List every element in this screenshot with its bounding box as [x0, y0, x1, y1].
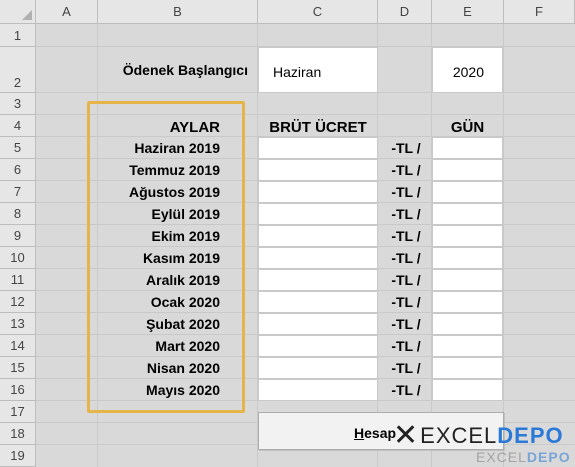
- unit-label: -TL /: [391, 184, 421, 200]
- logo-small-text-left: EXCEL: [476, 449, 527, 465]
- days-input[interactable]: [432, 247, 503, 269]
- days-input[interactable]: [432, 335, 503, 357]
- row-header-2[interactable]: 2: [0, 47, 36, 93]
- days-input[interactable]: [432, 357, 503, 379]
- column-header-a[interactable]: A: [36, 0, 98, 24]
- days-input[interactable]: [432, 313, 503, 335]
- row-header-9[interactable]: 9: [0, 225, 36, 247]
- unit-label: -TL /: [391, 316, 421, 332]
- row-header-18[interactable]: 18: [0, 423, 36, 445]
- column-header-c[interactable]: C: [258, 0, 378, 24]
- start-year-value: 2020: [452, 64, 484, 80]
- gross-wage-input[interactable]: [258, 269, 378, 291]
- start-month-input[interactable]: Haziran: [258, 47, 378, 93]
- days-input[interactable]: [432, 291, 503, 313]
- gross-wage-input[interactable]: [258, 291, 378, 313]
- unit-label: -TL /: [391, 228, 421, 244]
- gross-wage-input[interactable]: [258, 181, 378, 203]
- column-header-d[interactable]: D: [378, 0, 432, 24]
- unit-label: -TL /: [391, 338, 421, 354]
- start-label: Ödenek Başlangıcı: [122, 62, 248, 78]
- days-input[interactable]: [432, 225, 503, 247]
- gross-wage-input[interactable]: [258, 203, 378, 225]
- select-all-corner[interactable]: [0, 0, 36, 24]
- months-highlight-box: [87, 101, 245, 413]
- column-header-e[interactable]: E: [432, 0, 504, 24]
- gross-wage-input[interactable]: [258, 335, 378, 357]
- column-header-b[interactable]: B: [98, 0, 258, 24]
- row-header-4[interactable]: 4: [0, 115, 36, 137]
- days-input[interactable]: [432, 181, 503, 203]
- calculate-button-label: Hesap: [354, 425, 397, 441]
- spreadsheet: ABCDEF 1 2 3 4 5 6 7 8 9 10 11 12 13 14 15 16 17 18 19 Öde…: [0, 0, 575, 467]
- gross-wage-input[interactable]: [258, 313, 378, 335]
- start-month-value: Haziran: [273, 64, 322, 80]
- gross-wage-input[interactable]: [258, 247, 378, 269]
- logo-small-text-right: DEPO: [526, 449, 571, 465]
- gross-wage-input[interactable]: [258, 137, 378, 159]
- column-header-f[interactable]: F: [504, 0, 575, 24]
- row-header-10[interactable]: 10: [0, 247, 36, 269]
- select-all-icon: [22, 10, 32, 20]
- excel-depo-logo-small: EXCEL DEPO: [462, 449, 571, 465]
- days-input[interactable]: [432, 137, 503, 159]
- unit-label: -TL /: [391, 206, 421, 222]
- days-input[interactable]: [432, 379, 503, 401]
- days-input[interactable]: [432, 159, 503, 181]
- row-header-6[interactable]: 6: [0, 159, 36, 181]
- row-header-12[interactable]: 12: [0, 291, 36, 313]
- row-header-17[interactable]: 17: [0, 401, 36, 423]
- row-header-7[interactable]: 7: [0, 181, 36, 203]
- row-header-13[interactable]: 13: [0, 313, 36, 335]
- row-header-11[interactable]: 11: [0, 269, 36, 291]
- gross-wage-input[interactable]: [258, 159, 378, 181]
- row-header-3[interactable]: 3: [0, 93, 36, 115]
- unit-label: -TL /: [391, 140, 421, 156]
- gross-wage-input[interactable]: [258, 357, 378, 379]
- unit-label: -TL /: [391, 250, 421, 266]
- gross-wage-header: BRÜT ÜCRET: [269, 119, 367, 136]
- start-year-input[interactable]: 2020: [432, 47, 503, 93]
- row-header-19[interactable]: 19: [0, 445, 36, 467]
- row-header-15[interactable]: 15: [0, 357, 36, 379]
- row-header-14[interactable]: 14: [0, 335, 36, 357]
- row-header-5[interactable]: 5: [0, 137, 36, 159]
- logo-text-left: EXCEL: [420, 423, 498, 448]
- days-header: GÜN: [450, 119, 485, 136]
- unit-label: -TL /: [391, 360, 421, 376]
- days-input[interactable]: [432, 269, 503, 291]
- days-input[interactable]: [432, 203, 503, 225]
- unit-label: -TL /: [391, 382, 421, 398]
- gross-wage-input[interactable]: [258, 225, 378, 247]
- unit-label: -TL /: [391, 162, 421, 178]
- unit-label: -TL /: [391, 272, 421, 288]
- unit-label: -TL /: [391, 294, 421, 310]
- row-header-1[interactable]: 1: [0, 24, 36, 47]
- excel-depo-logo: ✕ EXCEL DEPO: [393, 420, 564, 452]
- row-header-16[interactable]: 16: [0, 379, 36, 401]
- row-header-8[interactable]: 8: [0, 203, 36, 225]
- gross-wage-input[interactable]: [258, 379, 378, 401]
- logo-text-right: DEPO: [497, 423, 564, 448]
- x-logo-icon: ✕: [393, 418, 419, 453]
